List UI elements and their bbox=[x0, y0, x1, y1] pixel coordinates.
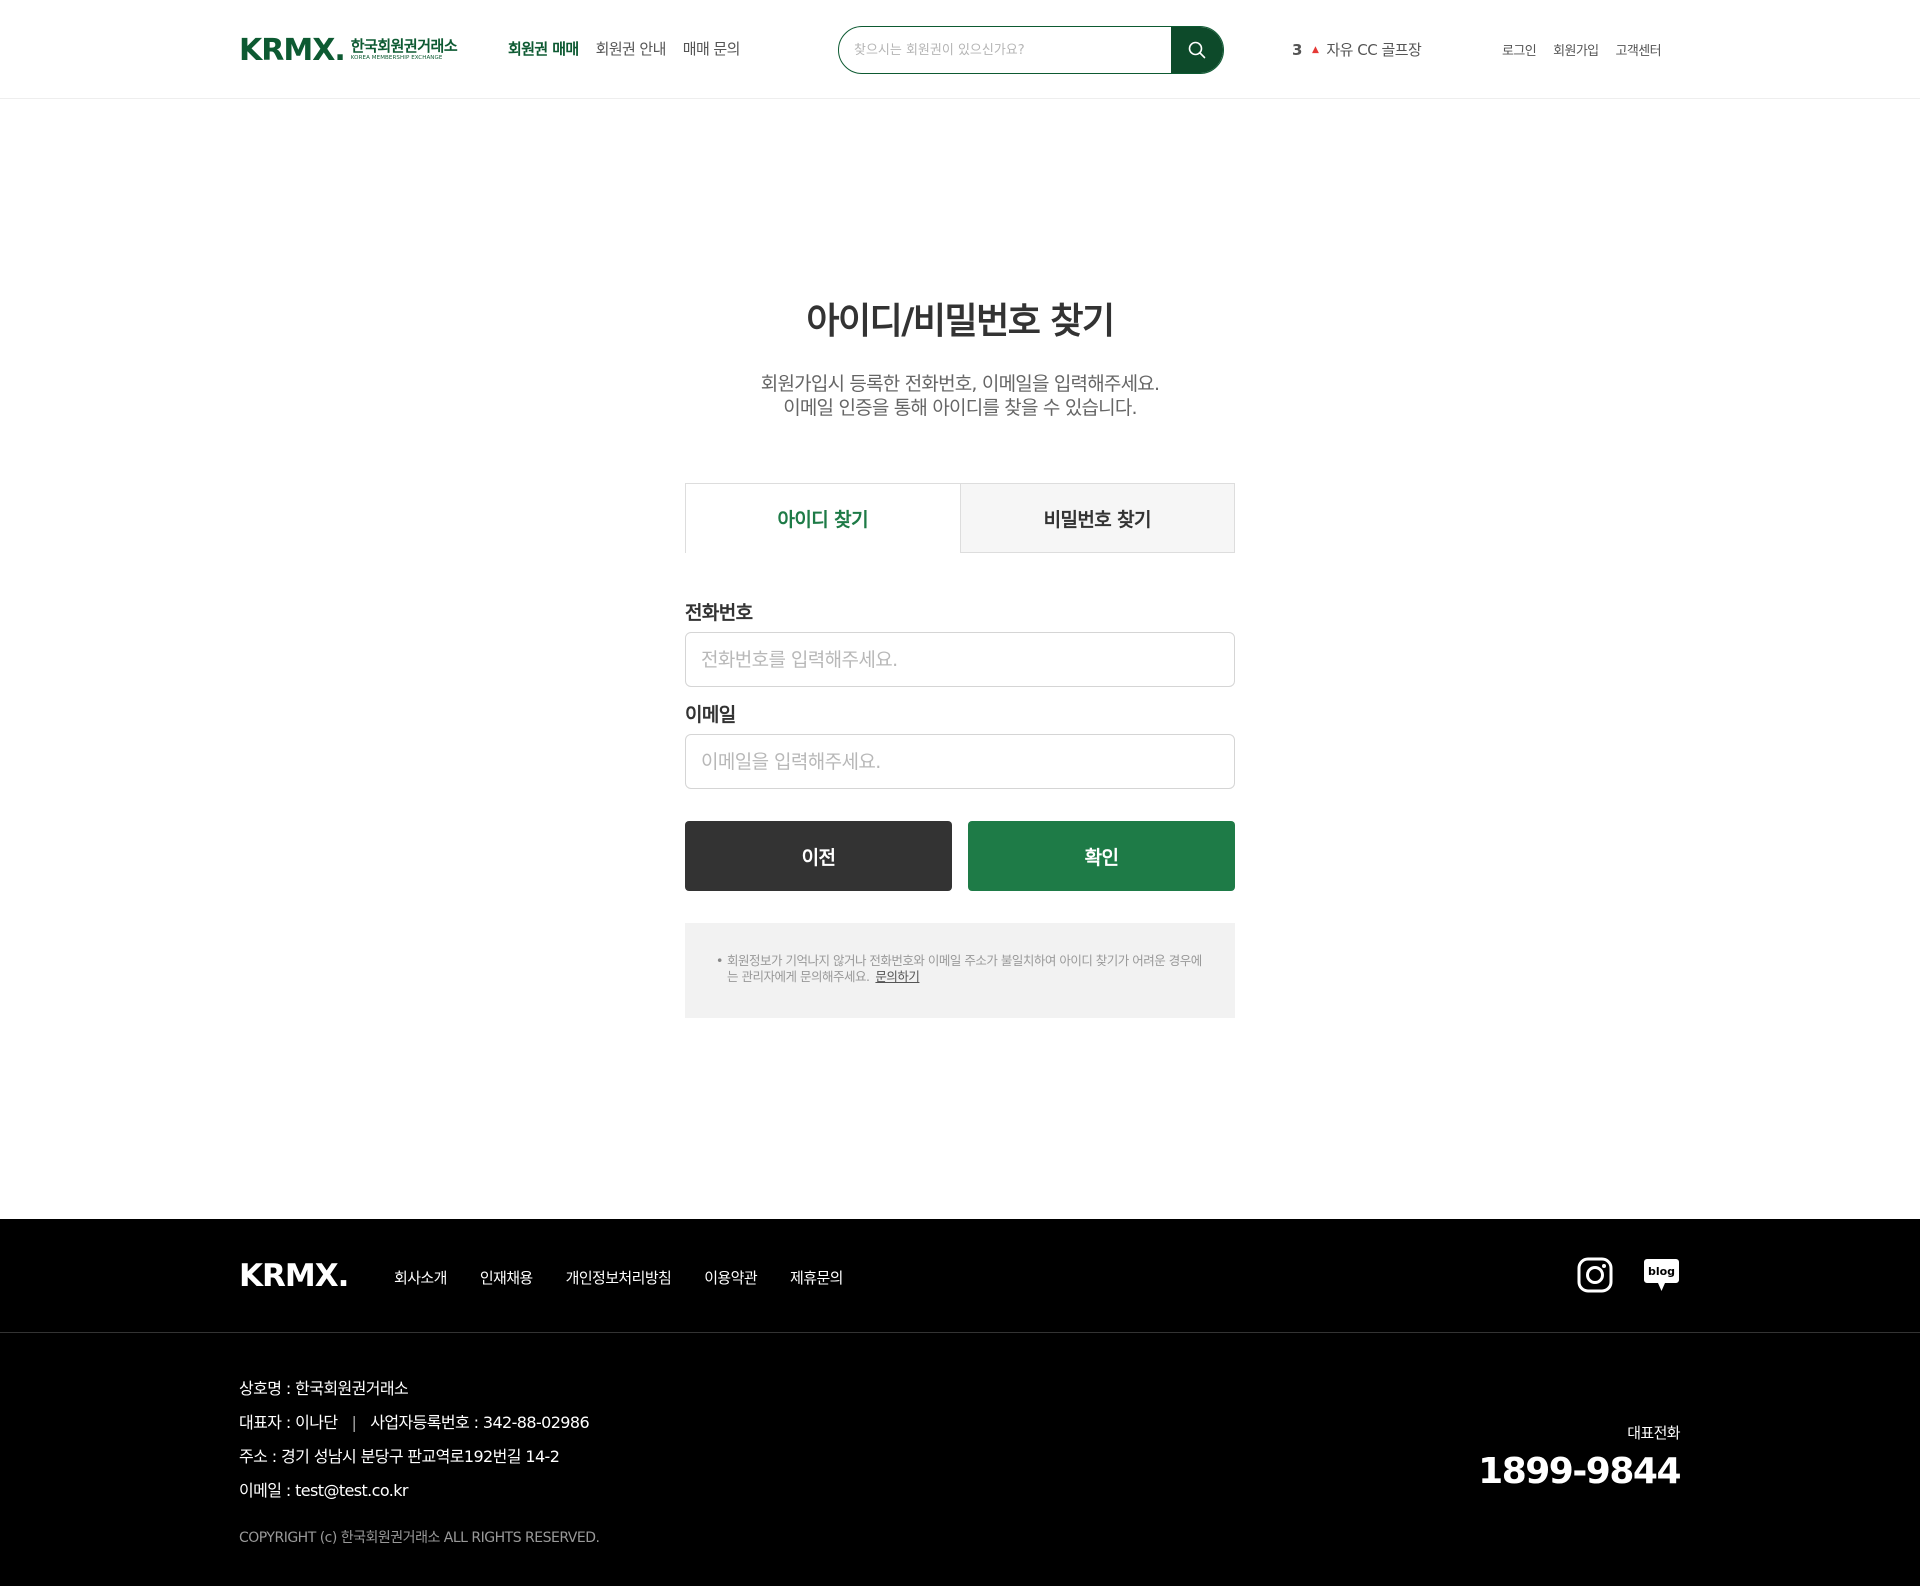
instagram-icon[interactable] bbox=[1577, 1257, 1613, 1293]
notice-text: 회원정보가 기억나지 않거나 전화번호와 이메일 주소가 불일치하여 아이디 찾… bbox=[727, 953, 1202, 984]
tab-find-password[interactable]: 비밀번호 찾기 bbox=[960, 483, 1235, 553]
tel-number: 1899-9844 bbox=[1478, 1451, 1681, 1492]
logo-english: KOREA MEMBERSHIP EXCHANGE bbox=[350, 54, 443, 61]
find-tabs: 아이디 찾기 비밀번호 찾기 bbox=[685, 483, 1235, 553]
email-field[interactable] bbox=[685, 734, 1235, 789]
footer-link-partnership[interactable]: 제휴문의 bbox=[790, 1267, 843, 1288]
site-footer: KRMX. 회사소개 인재채용 개인정보처리방침 이용약관 제휴문의 blog … bbox=[0, 1219, 1920, 1586]
footer-nav: 회사소개 인재채용 개인정보처리방침 이용약관 제휴문의 bbox=[394, 1267, 843, 1288]
site-header: KRMX. 한국회원권거래소 KOREA MEMBERSHIP EXCHANGE… bbox=[0, 0, 1920, 99]
popular-ranking[interactable]: 3 ▲ 자유 CC 골프장 bbox=[1292, 39, 1422, 60]
notice-box: • 회원정보가 기억나지 않거나 전화번호와 이메일 주소가 불일치하여 아이디… bbox=[685, 923, 1235, 1018]
footer-top: KRMX. 회사소개 인재채용 개인정보처리방침 이용약관 제휴문의 blog bbox=[0, 1219, 1920, 1333]
customer-center-link[interactable]: 고객센터 bbox=[1616, 40, 1662, 59]
util-nav: 로그인 회원가입 고객센터 bbox=[1502, 40, 1662, 59]
main-nav: 회원권 매매 회원권 안내 매매 문의 bbox=[508, 38, 740, 59]
search-bar bbox=[838, 26, 1224, 74]
prev-button[interactable]: 이전 bbox=[685, 821, 952, 891]
login-link[interactable]: 로그인 bbox=[1502, 40, 1537, 59]
tel-label: 대표전화 bbox=[1627, 1424, 1680, 1442]
blog-icon-label: blog bbox=[1648, 1265, 1675, 1278]
nav-guide[interactable]: 회원권 안내 bbox=[596, 38, 667, 59]
nav-inquiry[interactable]: 매매 문의 bbox=[683, 38, 741, 59]
phone-label: 전화번호 bbox=[685, 602, 753, 624]
logo-mark: KRMX. bbox=[239, 32, 346, 68]
rank-number: 3 bbox=[1292, 40, 1302, 59]
site-logo[interactable]: KRMX. 한국회원권거래소 KOREA MEMBERSHIP EXCHANGE bbox=[239, 32, 458, 68]
confirm-button[interactable]: 확인 bbox=[968, 821, 1235, 891]
company-info: 상호명 : 한국회원권거래소 대표자 : 이나단 | 사업자등록번호 : 342-8… bbox=[239, 1372, 590, 1508]
footer-link-careers[interactable]: 인재채용 bbox=[480, 1267, 533, 1288]
notice-bullet: • bbox=[716, 953, 723, 968]
nav-trade[interactable]: 회원권 매매 bbox=[508, 38, 579, 59]
phone-field[interactable] bbox=[685, 632, 1235, 687]
description-line-2: 이메일 인증을 통해 아이디를 찾을 수 있습니다. bbox=[783, 397, 1137, 419]
info-divider: | bbox=[351, 1413, 357, 1432]
ceo-name: 대표자 : 이나단 bbox=[239, 1413, 338, 1432]
logo-text: 한국회원권거래소 KOREA MEMBERSHIP EXCHANGE bbox=[350, 36, 458, 62]
blog-icon[interactable]: blog bbox=[1643, 1258, 1680, 1293]
page-description: 회원가입시 등록한 전화번호, 이메일을 입력해주세요. 이메일 인증을 통해 … bbox=[0, 372, 1920, 420]
inquiry-link[interactable]: 문의하기 bbox=[875, 969, 920, 984]
company-email: 이메일 : test@test.co.kr bbox=[239, 1481, 409, 1500]
footer-logo[interactable]: KRMX. bbox=[239, 1258, 349, 1294]
footer-link-about[interactable]: 회사소개 bbox=[394, 1267, 447, 1288]
business-number: 사업자등록번호 : 342-88-02986 bbox=[370, 1413, 590, 1432]
rank-up-icon: ▲ bbox=[1311, 44, 1319, 55]
page-title: 아이디/비밀번호 찾기 bbox=[806, 301, 1115, 342]
company-address: 주소 : 경기 성남시 분당구 판교역로192번길 14-2 bbox=[239, 1447, 560, 1466]
description-line-1: 회원가입시 등록한 전화번호, 이메일을 입력해주세요. bbox=[760, 373, 1160, 395]
footer-link-terms[interactable]: 이용약관 bbox=[704, 1267, 757, 1288]
logo-korean: 한국회원권거래소 bbox=[350, 36, 458, 55]
rank-name: 자유 CC 골프장 bbox=[1326, 41, 1422, 59]
copyright: COPYRIGHT (c) 한국회원권거래소 ALL RIGHTS RESERV… bbox=[239, 1530, 600, 1546]
ceo-row: 대표자 : 이나단 | 사업자등록번호 : 342-88-02986 bbox=[239, 1406, 590, 1440]
notice-text-wrap: 회원정보가 기억나지 않거나 전화번호와 이메일 주소가 불일치하여 아이디 찾… bbox=[715, 953, 1205, 985]
email-label: 이메일 bbox=[685, 704, 736, 726]
search-input[interactable] bbox=[839, 27, 1171, 73]
company-name: 상호명 : 한국회원권거래소 bbox=[239, 1379, 409, 1398]
footer-link-privacy[interactable]: 개인정보처리방침 bbox=[566, 1267, 672, 1288]
tab-find-id[interactable]: 아이디 찾기 bbox=[685, 483, 961, 553]
signup-link[interactable]: 회원가입 bbox=[1553, 40, 1599, 59]
search-button[interactable] bbox=[1171, 27, 1223, 73]
search-icon bbox=[1188, 41, 1206, 59]
